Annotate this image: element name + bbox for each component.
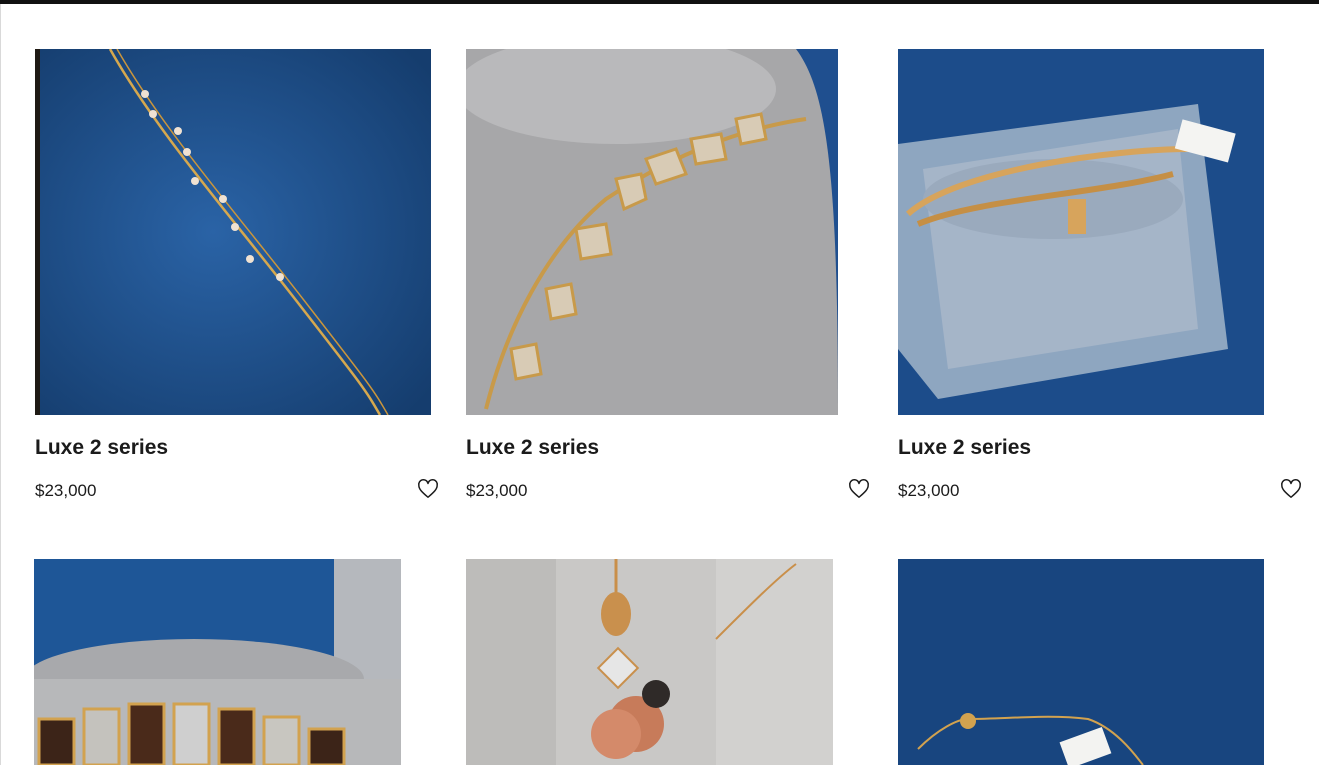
product-title[interactable]: Luxe 2 series bbox=[898, 436, 1031, 460]
product-image[interactable] bbox=[466, 559, 833, 765]
heart-icon[interactable] bbox=[1280, 478, 1302, 500]
product-price: $23,000 bbox=[898, 481, 960, 500]
product-title[interactable]: Luxe 2 series bbox=[466, 436, 599, 460]
product-image[interactable] bbox=[898, 559, 1264, 765]
product-price: $23,000 bbox=[35, 481, 97, 500]
product-image[interactable] bbox=[898, 49, 1264, 415]
product-price: $23,000 bbox=[466, 481, 528, 500]
heart-icon[interactable] bbox=[848, 478, 870, 500]
product-image[interactable] bbox=[466, 49, 838, 415]
product-title[interactable]: Luxe 2 series bbox=[35, 436, 168, 460]
product-image[interactable] bbox=[34, 559, 401, 765]
top-bar bbox=[0, 0, 1319, 4]
left-border bbox=[0, 4, 1, 765]
heart-icon[interactable] bbox=[417, 478, 439, 500]
product-image[interactable] bbox=[35, 49, 431, 415]
